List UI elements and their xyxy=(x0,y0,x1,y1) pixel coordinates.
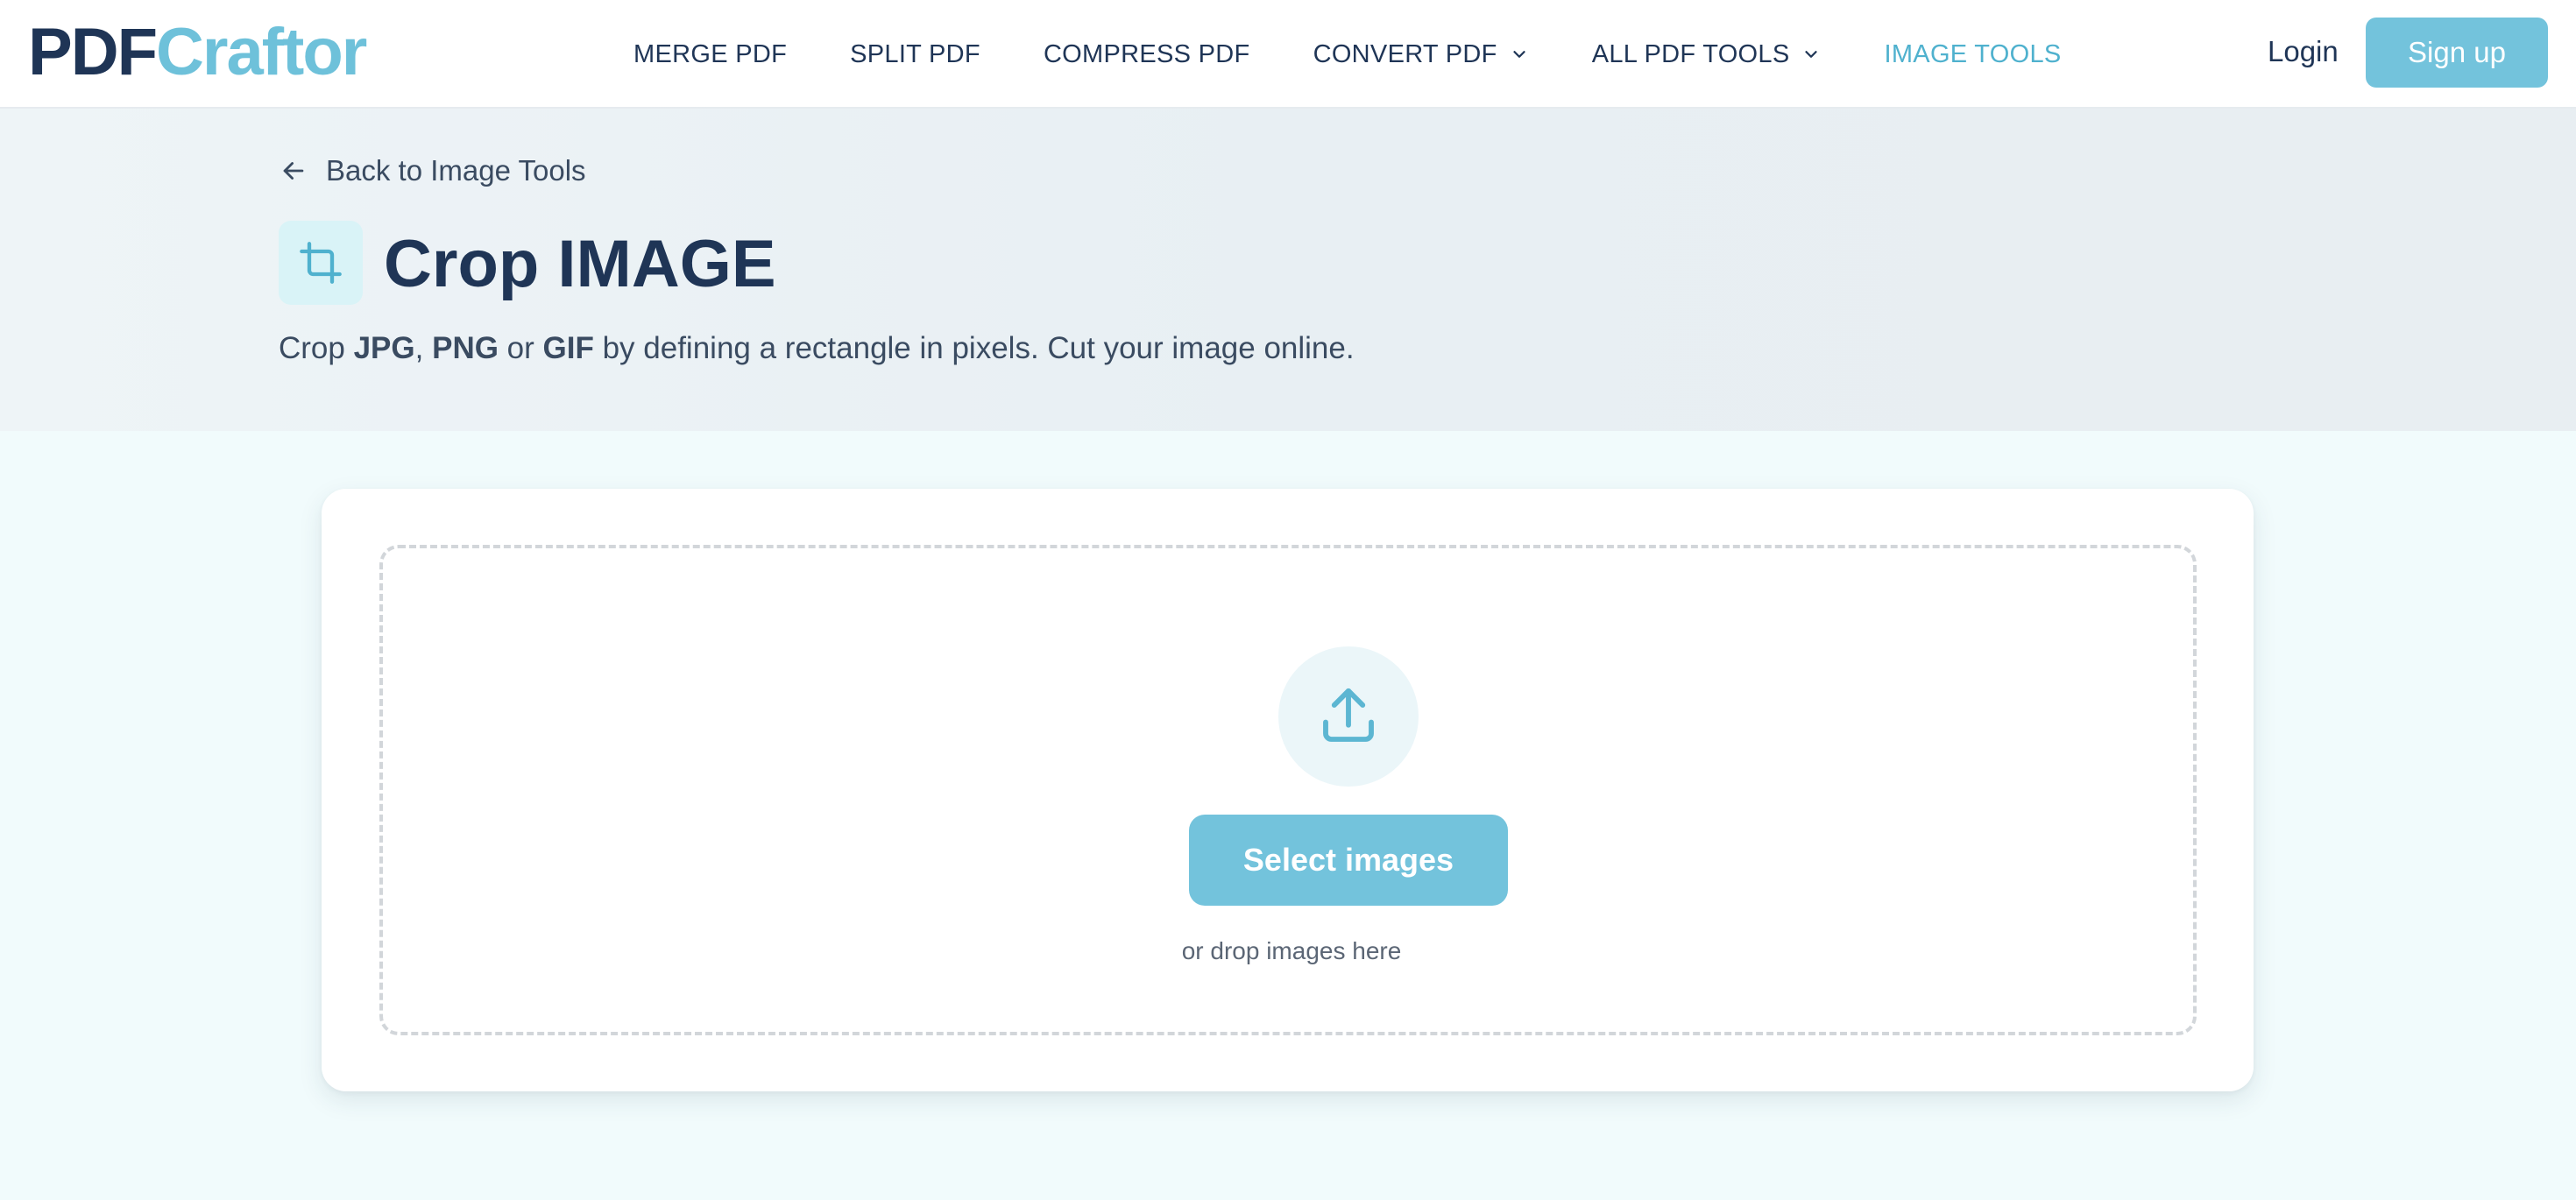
back-to-image-tools-link[interactable]: Back to Image Tools xyxy=(279,154,586,187)
nav-merge-pdf-label: MERGE PDF xyxy=(633,39,788,68)
top-header: PDFCraftor MERGE PDF SPLIT PDF COMPRESS … xyxy=(0,0,2576,109)
nav-all-pdf-tools-label: ALL PDF TOOLS xyxy=(1591,39,1790,68)
subtitle-prefix: Crop xyxy=(279,331,354,365)
page: PDFCraftor MERGE PDF SPLIT PDF COMPRESS … xyxy=(0,0,2576,1200)
nav-image-tools[interactable]: IMAGE TOOLS xyxy=(1884,40,2061,69)
format-jpg: JPG xyxy=(353,331,415,365)
nav-convert-pdf[interactable]: CONVERT PDF xyxy=(1313,40,1529,69)
drop-zone[interactable]: Select images or drop images here xyxy=(379,545,2197,1035)
logo-craftor-text: Craftor xyxy=(156,15,367,89)
format-png: PNG xyxy=(432,331,499,365)
select-images-button[interactable]: Select images xyxy=(1189,815,1508,906)
crop-icon xyxy=(300,242,342,284)
subtitle-sep2: or xyxy=(498,331,543,365)
back-label: Back to Image Tools xyxy=(326,154,586,187)
subtitle-suffix: by defining a rectangle in pixels. Cut y… xyxy=(593,331,1355,365)
nav-convert-pdf-label: CONVERT PDF xyxy=(1313,39,1497,68)
main-nav: MERGE PDF SPLIT PDF COMPRESS PDF CONVERT… xyxy=(633,0,2125,109)
chevron-down-icon xyxy=(1513,51,1525,58)
drop-hint: or drop images here xyxy=(1181,937,1402,964)
nav-compress-pdf[interactable]: COMPRESS PDF xyxy=(1044,40,1250,69)
nav-all-pdf-tools[interactable]: ALL PDF TOOLS xyxy=(1592,40,1822,69)
nav-image-tools-label: IMAGE TOOLS xyxy=(1884,39,2062,68)
nav-split-pdf-label: SPLIT PDF xyxy=(850,39,980,68)
signup-button[interactable]: Sign up xyxy=(2366,18,2548,88)
login-link[interactable]: Login xyxy=(2268,35,2339,68)
page-subtitle: Crop JPG, PNG or GIF by defining a recta… xyxy=(279,331,1355,366)
upload-icon xyxy=(1323,688,1374,742)
arrow-left-icon xyxy=(283,162,304,180)
upload-card: Select images or drop images here xyxy=(322,489,2254,1091)
upload-icon-circle xyxy=(1278,646,1419,787)
page-title: Crop IMAGE xyxy=(384,227,776,301)
logo-pdf-text: PDF xyxy=(28,15,158,89)
format-gif: GIF xyxy=(542,331,594,365)
nav-split-pdf[interactable]: SPLIT PDF xyxy=(850,40,980,69)
logo[interactable]: PDFCraftor xyxy=(28,15,367,89)
chevron-down-icon xyxy=(1805,51,1818,58)
tool-icon-badge xyxy=(279,221,363,305)
nav-compress-pdf-label: COMPRESS PDF xyxy=(1043,39,1250,68)
nav-merge-pdf[interactable]: MERGE PDF xyxy=(633,40,787,69)
subtitle-sep1: , xyxy=(414,331,433,365)
